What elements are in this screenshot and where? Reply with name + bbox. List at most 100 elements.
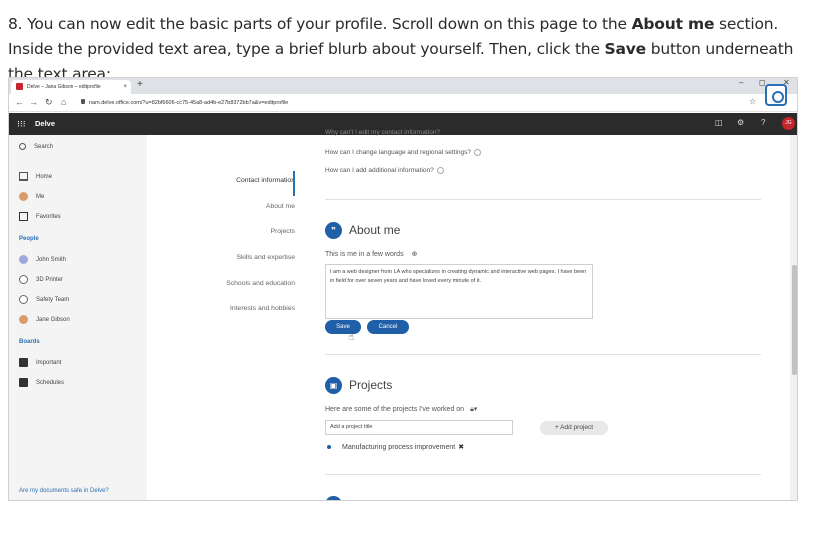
documents-safe-link[interactable]: Are my documents safe in Delve?: [19, 488, 109, 494]
lock-icon: [81, 99, 85, 104]
app-name[interactable]: Delve: [35, 119, 55, 128]
bookmark-star-icon[interactable]: ☆: [749, 97, 756, 106]
about-me-textarea[interactable]: I am a web designer from LA who speciali…: [325, 264, 593, 319]
section-link-contact[interactable]: Contact information: [236, 177, 295, 184]
people-header[interactable]: People: [19, 236, 39, 242]
reload-icon[interactable]: ↻: [45, 97, 53, 108]
person-label: 3D Printer: [36, 277, 64, 284]
favorites-icon: [19, 212, 28, 221]
nav-person-3d-printer[interactable]: 3D Printer: [19, 275, 63, 284]
active-section-indicator: [293, 171, 295, 196]
settings-gear-icon[interactable]: ⚙: [737, 118, 744, 127]
instruction-about-me: About me: [631, 15, 715, 33]
faq-contact-info[interactable]: Why can't I edit my contact information?: [325, 129, 440, 136]
user-avatar[interactable]: JG: [782, 117, 795, 130]
chevron-down-icon: [436, 167, 444, 174]
left-navigation: Search Home Me Favorites People John Smi…: [9, 135, 147, 500]
cancel-button[interactable]: Cancel: [367, 320, 409, 334]
project-title-input[interactable]: Add a project title: [325, 420, 513, 435]
about-me-label: This is me in a few words ⊕: [325, 250, 417, 258]
new-tab-icon[interactable]: +: [137, 79, 143, 90]
board-label: Schedules: [36, 380, 65, 387]
save-button[interactable]: Save: [325, 320, 361, 334]
privacy-lock-icon[interactable]: 🔒︎▾: [470, 406, 477, 413]
projects-label-text: Here are some of the projects I've worke…: [325, 406, 465, 413]
section-link-about-me[interactable]: About me: [266, 203, 295, 210]
nav-board-important[interactable]: Important: [19, 358, 61, 367]
search-label: Search: [34, 144, 54, 151]
hand-cursor-icon: ☝: [348, 332, 355, 343]
jane-gibson-avatar-icon: [19, 315, 28, 324]
minimize-icon[interactable]: –: [739, 78, 743, 87]
browser-screenshot: Delve – Jana Gibson – editprofile × + – …: [8, 77, 798, 501]
address-bar: ← → ↻ ⌂ nam.delve.office.com/?u=82bf6606…: [9, 94, 797, 112]
faq-language[interactable]: How can I change language and regional s…: [325, 149, 481, 156]
board-icon: [19, 358, 28, 367]
person-label: John Smith: [36, 257, 67, 264]
3d-printer-avatar-icon: [19, 275, 28, 284]
divider: [325, 354, 761, 355]
notifications-icon[interactable]: ◫: [715, 118, 723, 127]
delve-favicon-icon: [16, 83, 23, 90]
nav-home[interactable]: Home: [19, 172, 52, 181]
nav-person-jane-gibson[interactable]: Jane Gibson: [19, 315, 70, 324]
back-icon[interactable]: ←: [15, 97, 24, 107]
me-avatar-icon: [19, 192, 28, 201]
person-label: Safety Team: [36, 297, 70, 304]
nav-me[interactable]: Me: [19, 192, 44, 201]
nav-board-schedules[interactable]: Schedules: [19, 378, 64, 387]
tab-title: Delve – Jana Gibson – editprofile: [27, 84, 101, 90]
divider: [325, 474, 761, 475]
search-nav[interactable]: Search: [19, 143, 53, 150]
home-icon: [19, 172, 28, 181]
projects-title: Projects: [349, 378, 393, 392]
boards-header[interactable]: Boards: [19, 339, 40, 345]
search-icon: [19, 143, 26, 150]
google-lens-icon[interactable]: [765, 84, 787, 106]
nav-person-safety-team[interactable]: Safety Team: [19, 295, 69, 304]
page-scrollbar[interactable]: [790, 135, 797, 500]
url-text: nam.delve.office.com/?u=82bf6606-cc75-45…: [89, 100, 289, 106]
help-icon[interactable]: ?: [761, 118, 765, 127]
chevron-down-icon: [474, 149, 481, 156]
divider: [325, 199, 761, 200]
john-smith-avatar-icon: [19, 255, 28, 264]
project-item-label: Manufacturing process improvement: [342, 444, 456, 451]
add-project-button[interactable]: + Add project: [540, 421, 608, 435]
instruction-save: Save: [604, 40, 647, 58]
faq-label: How can I change language and regional s…: [325, 149, 471, 157]
tab-bar: Delve – Jana Gibson – editprofile × + – …: [9, 78, 797, 94]
nav-favorites[interactable]: Favorites: [19, 212, 61, 221]
section-link-interests[interactable]: Interests and hobbies: [230, 305, 295, 312]
projects-briefcase-icon: ▣: [325, 377, 342, 394]
faq-additional-info[interactable]: How can I add additional information?: [325, 167, 444, 174]
about-me-title: About me: [349, 223, 401, 237]
forward-icon[interactable]: →: [29, 97, 38, 107]
board-icon: [19, 378, 28, 387]
board-label: Important: [36, 360, 62, 367]
app-launcher-icon[interactable]: ⁝⁝⁝: [17, 119, 26, 130]
tab-close-icon[interactable]: ×: [123, 80, 127, 94]
projects-label: Here are some of the projects I've worke…: [325, 405, 477, 414]
project-item: Manufacturing process improvement ✖: [327, 443, 464, 451]
section-link-projects[interactable]: Projects: [270, 228, 295, 235]
nav-home-label: Home: [36, 174, 53, 181]
url-field[interactable]: nam.delve.office.com/?u=82bf6606-cc75-45…: [81, 97, 731, 109]
section-link-skills[interactable]: Skills and expertise: [236, 254, 295, 261]
safety-team-avatar-icon: [19, 295, 28, 304]
section-link-schools[interactable]: Schools and education: [226, 280, 295, 287]
about-me-label-text: This is me in a few words: [325, 251, 404, 258]
home-icon[interactable]: ⌂: [61, 97, 66, 107]
bullet-icon: [327, 445, 331, 450]
instruction-text: 8. You can now edit the basic parts of y…: [8, 12, 818, 87]
person-label: Jane Gibson: [36, 317, 70, 324]
remove-project-icon[interactable]: ✖: [458, 444, 464, 451]
globe-icon[interactable]: ⊕: [412, 251, 418, 258]
instruction-part-1: 8. You can now edit the basic parts of y…: [8, 15, 632, 33]
scrollbar-thumb[interactable]: [792, 265, 797, 375]
quote-icon: ❞: [325, 222, 342, 239]
nav-person-john-smith[interactable]: John Smith: [19, 255, 66, 264]
faq-label: How can I add additional information?: [325, 167, 434, 175]
browser-tab[interactable]: Delve – Jana Gibson – editprofile ×: [11, 80, 131, 94]
nav-favorites-label: Favorites: [36, 214, 61, 221]
